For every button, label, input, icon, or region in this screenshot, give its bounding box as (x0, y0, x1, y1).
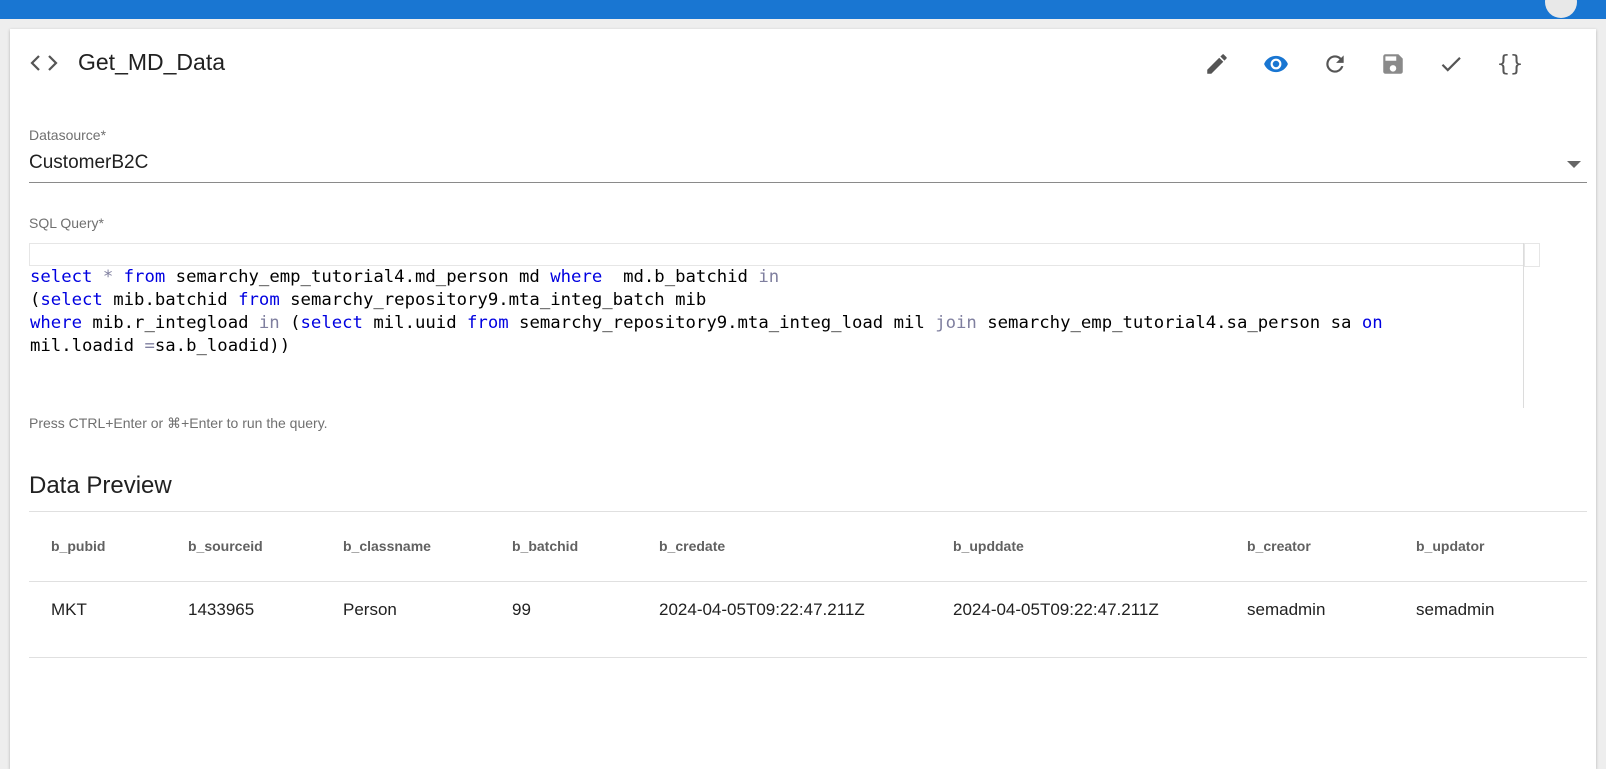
column-header[interactable]: b_sourceid (188, 538, 263, 554)
table-cell: Person (343, 600, 397, 619)
datasource-value: CustomerB2C (29, 152, 149, 173)
sql-line-2: (select mib.batchid from semarchy_reposi… (30, 290, 707, 310)
edit-button[interactable] (1200, 47, 1234, 81)
editor-scrollbar-top (1523, 243, 1540, 267)
sql-line-1: select * from semarchy_emp_tutorial4.md_… (30, 267, 780, 287)
editor-active-line (29, 243, 1525, 266)
table-cell: 2024-04-05T09:22:47.211Z (953, 600, 1159, 619)
pencil-icon (1207, 54, 1227, 74)
preview-divider (29, 511, 1587, 512)
data-preview-title: Data Preview (29, 472, 172, 499)
table-cell: MKT (51, 600, 87, 619)
sql-line-3: where mib.r_integload in (select mil.uui… (30, 313, 1383, 333)
dropdown-arrow-icon (1567, 161, 1581, 168)
refresh-icon (1326, 55, 1344, 73)
column-header[interactable]: b_classname (343, 538, 431, 554)
editor-scrollbar[interactable] (1523, 243, 1524, 408)
table-cell: semadmin (1416, 600, 1495, 619)
datasource-label: Datasource* (29, 127, 107, 143)
column-header[interactable]: b_pubid (51, 538, 105, 554)
braces-icon: {} (1496, 51, 1524, 77)
check-icon (1441, 57, 1461, 72)
column-header[interactable]: b_creator (1247, 538, 1311, 554)
query-editor-card: Get_MD_Data {} Datasource* CustomerB2C S… (10, 29, 1596, 769)
sql-editor[interactable]: select * from semarchy_emp_tutorial4.md_… (29, 243, 1587, 408)
row-divider (29, 657, 1587, 658)
run-query-hint: Press CTRL+Enter or ⌘+Enter to run the q… (29, 415, 328, 431)
column-header[interactable]: b_credate (659, 538, 725, 554)
column-header[interactable]: b_batchid (512, 538, 578, 554)
page-title: Get_MD_Data (78, 49, 226, 75)
table-cell: 2024-04-05T09:22:47.211Z (659, 600, 865, 619)
top-app-bar (0, 0, 1606, 19)
save-icon (1383, 54, 1403, 74)
eye-icon (1264, 55, 1288, 73)
save-button[interactable] (1376, 47, 1410, 81)
column-header[interactable]: b_upddate (953, 538, 1024, 554)
sql-line-4: mil.loadid =sa.b_loadid)) (30, 336, 291, 356)
table-cell: 99 (512, 600, 531, 619)
sql-code: select * from semarchy_emp_tutorial4.md_… (30, 266, 1383, 358)
column-header[interactable]: b_updator (1416, 538, 1484, 554)
header-row-divider (29, 581, 1587, 582)
sql-query-label: SQL Query* (29, 215, 104, 231)
refresh-button[interactable] (1318, 47, 1352, 81)
table-cell: 1433965 (188, 600, 255, 619)
table-cell: semadmin (1247, 600, 1326, 619)
validate-button[interactable] (1434, 47, 1468, 81)
code-icon (30, 52, 58, 74)
datasource-select[interactable]: CustomerB2C (29, 142, 1587, 183)
json-view-button[interactable]: {} (1493, 47, 1527, 81)
preview-button[interactable] (1259, 47, 1293, 81)
